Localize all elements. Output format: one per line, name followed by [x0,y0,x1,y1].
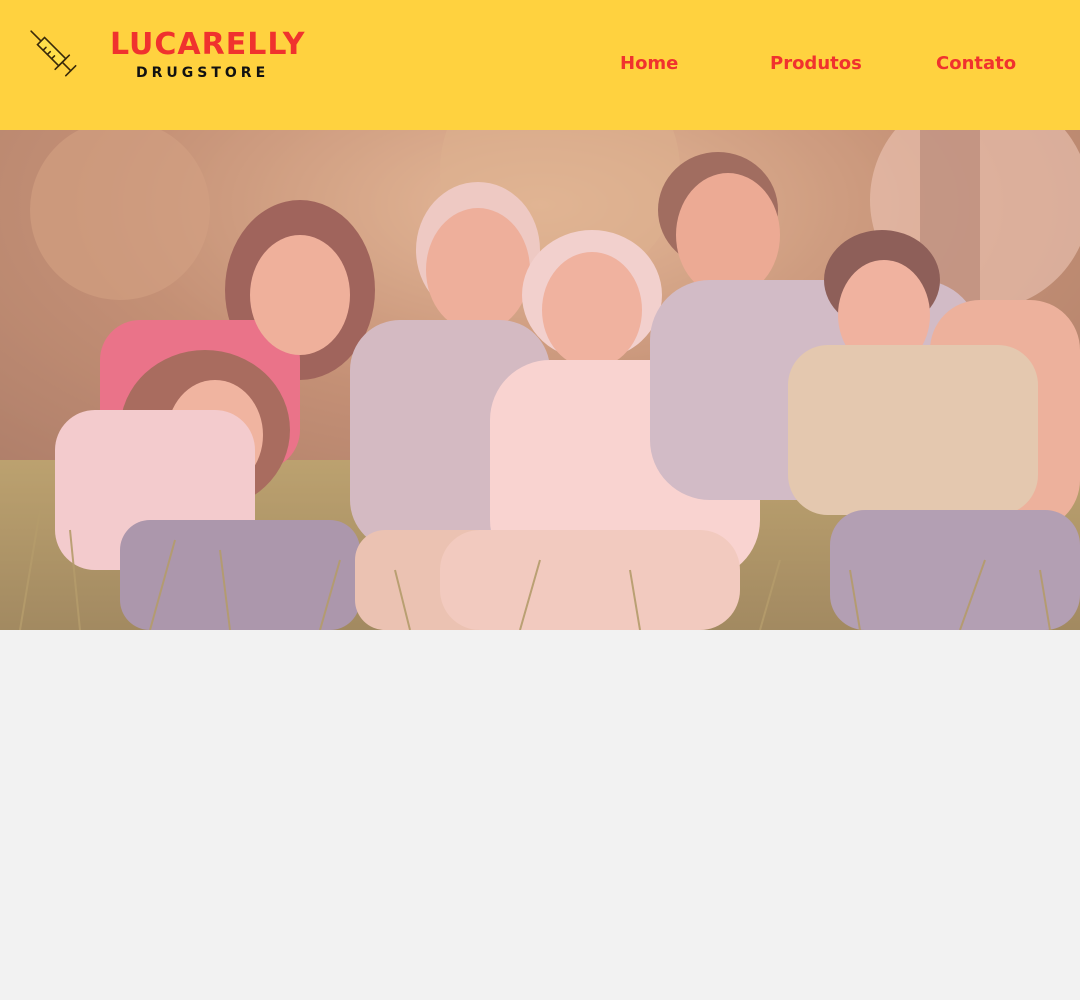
main-nav: Home Produtos Contato [0,50,1080,80]
site-header: LUCARELLY DRUGSTORE Home Produtos Contat… [0,0,1080,130]
hero-pink-overlay [0,130,1080,630]
page-content [0,630,1080,1000]
hero-banner [0,130,1080,630]
nav-item-home[interactable]: Home [620,50,678,78]
nav-item-contato[interactable]: Contato [936,50,1016,78]
nav-item-produtos[interactable]: Produtos [770,50,862,78]
